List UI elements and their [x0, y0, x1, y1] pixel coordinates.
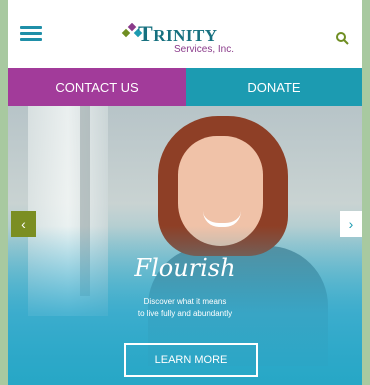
logo-name-first: T	[138, 21, 154, 46]
hero-text-line-1: Discover what it means	[143, 297, 227, 306]
donate-button[interactable]: DONATE	[186, 68, 362, 106]
carousel-prev-button[interactable]: ‹	[11, 211, 36, 237]
contact-us-button[interactable]: CONTACT US	[8, 68, 186, 106]
hero-carousel: ‹ › Flourish Discover what it means to l…	[8, 106, 362, 385]
page-frame: TRINITY Services, Inc. CONTACT US DONATE…	[8, 0, 362, 385]
search-icon[interactable]	[335, 31, 349, 45]
hamburger-menu-icon[interactable]	[20, 26, 42, 42]
logo[interactable]: TRINITY Services, Inc.	[120, 17, 270, 61]
logo-subtitle: Services, Inc.	[174, 44, 235, 55]
hero-description: Discover what it means to live fully and…	[8, 296, 362, 320]
hero-title: Flourish	[134, 254, 236, 282]
hero-text-line-2: to live fully and abundantly	[137, 309, 233, 318]
carousel-next-button[interactable]: ›	[340, 211, 362, 237]
logo-name-rest: RINITY	[153, 26, 218, 45]
top-bar: TRINITY Services, Inc.	[8, 0, 362, 68]
learn-more-button[interactable]: LEARN MORE	[124, 343, 258, 377]
action-buttons: CONTACT US DONATE	[8, 68, 362, 106]
